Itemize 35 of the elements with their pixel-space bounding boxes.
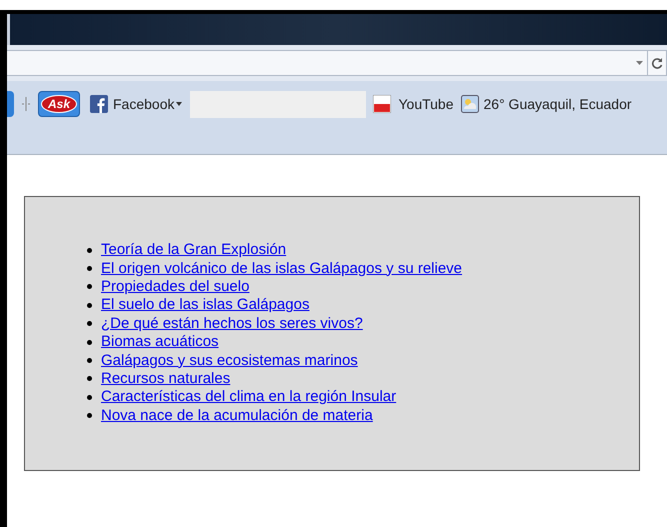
topic-link[interactable]: Características del clima en la región Insular xyxy=(101,388,396,406)
youtube-link[interactable]: YouTube xyxy=(398,94,454,114)
weather-icon[interactable] xyxy=(460,95,478,113)
bullet-icon xyxy=(87,248,92,253)
bullet-icon xyxy=(87,302,92,308)
bullet-icon xyxy=(87,394,92,400)
bullet-icon xyxy=(87,340,92,345)
weather-menu[interactable]: 26° Guayaquil, Ecuador xyxy=(484,94,632,114)
dropdown-icon[interactable] xyxy=(636,61,643,65)
ask-logo: Ask xyxy=(40,95,77,113)
bullet-icon xyxy=(87,376,92,382)
topic-link[interactable]: Nova nace de la acumulación de materia xyxy=(101,406,373,425)
facebook-menu[interactable]: Facebook xyxy=(113,94,174,114)
topic-link[interactable]: El origen volcánico de las islas Galápagos y su relieve xyxy=(101,260,462,278)
bullet-icon xyxy=(87,284,92,290)
topic-link[interactable]: ¿De qué están hechos los seres vivos? xyxy=(101,314,363,333)
refresh-button[interactable] xyxy=(647,50,667,76)
address-field[interactable] xyxy=(7,50,647,76)
topic-link[interactable]: El suelo de las islas Galápagos xyxy=(101,296,310,314)
bullet-icon xyxy=(87,358,92,364)
topic-link[interactable]: Recursos naturales xyxy=(101,370,230,388)
grip-icon xyxy=(22,97,30,111)
caret-icon[interactable] xyxy=(176,102,182,106)
refresh-icon xyxy=(651,57,663,69)
bullet-icon xyxy=(87,266,92,272)
topic-link[interactable]: Propiedades del suelo xyxy=(101,278,250,296)
ask-button[interactable]: Ask xyxy=(38,91,80,117)
bullet-icon xyxy=(87,413,92,418)
topic-link[interactable]: Galápagos y sus ecosistemas marinos xyxy=(101,352,358,370)
topic-link[interactable]: Teoría de la Gran Explosión xyxy=(101,241,286,260)
facebook-icon[interactable] xyxy=(90,95,108,113)
toolbar-button[interactable] xyxy=(7,91,14,117)
bullet-icon xyxy=(87,321,92,326)
search-field[interactable] xyxy=(190,90,366,118)
topic-link[interactable]: Biomas acuáticos xyxy=(101,333,219,352)
